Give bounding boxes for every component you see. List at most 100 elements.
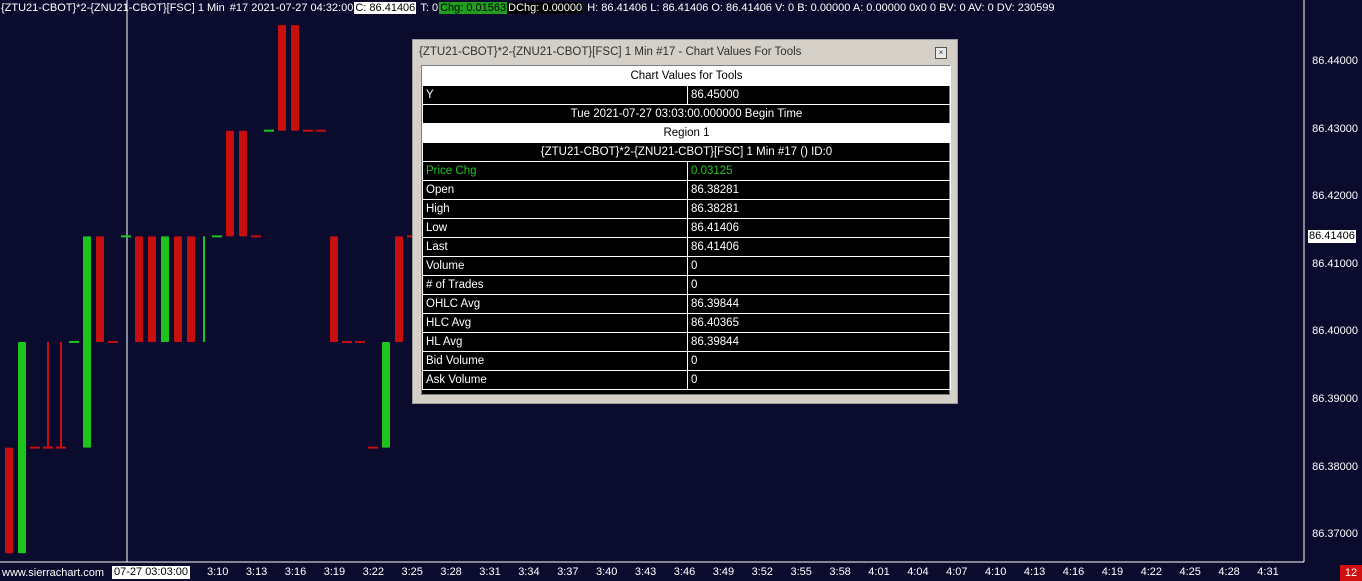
row-value: 86.39844	[687, 332, 951, 352]
row-name: Low	[422, 218, 688, 238]
price-tick-label: 86.40000	[1312, 325, 1358, 338]
time-tick-label: 3:49	[712, 566, 735, 578]
candle-body	[96, 236, 104, 342]
candle-body	[382, 341, 390, 448]
time-tick-label: 3:34	[518, 566, 540, 578]
row-value: 86.41406	[687, 218, 951, 238]
time-tick-label: 3:55	[790, 566, 812, 578]
table-row: HL Avg 86.39844	[422, 332, 951, 352]
table-row: Price Chg 0.03125	[422, 161, 951, 181]
row-name: Open	[422, 180, 688, 200]
chart-values-table: Chart Values for Tools Y 86.45000 Tue 20…	[422, 66, 951, 390]
chart-info-bar: {ZTU21-CBOT}*2-{ZNU21-CBOT}[FSC] 1 Min #…	[0, 0, 1055, 16]
row-value: 0	[687, 275, 951, 295]
table-row: OHLC Avg 86.39844	[422, 294, 951, 314]
chart-number-badge[interactable]: 12	[1340, 565, 1362, 581]
row-value: 86.40365	[687, 313, 951, 333]
time-tick-label: 3:22	[362, 566, 385, 578]
time-tick-label: 3:37	[557, 566, 579, 578]
time-tick-label: 3:46	[673, 566, 696, 578]
row-name: Last	[422, 237, 688, 257]
table-row: High 86.38281	[422, 199, 951, 219]
time-tick-label: 3:52	[751, 566, 774, 578]
row-value: 86.38281	[687, 180, 951, 200]
candle-body	[161, 236, 169, 342]
candle-body	[18, 341, 26, 554]
table-row: Open 86.38281	[422, 180, 951, 200]
time-tick-label: 4:07	[946, 566, 968, 578]
row-value: 0	[687, 370, 951, 390]
price-tick-label: 86.42000	[1312, 190, 1358, 203]
candle-body	[395, 236, 403, 342]
table-row: Bid Volume 0	[422, 351, 951, 371]
y-label: Y	[422, 85, 688, 105]
info-bar-number: #17 2021-07-27 04:32:00	[229, 2, 354, 14]
time-tick-label: 3:28	[440, 566, 462, 578]
info-rest: H: 86.41406 L: 86.41406 O: 86.41406 V: 0…	[587, 2, 1055, 14]
row-value: 0	[687, 351, 951, 371]
row-name: OHLC Avg	[422, 294, 688, 314]
candle-body	[187, 236, 195, 342]
row-name: High	[422, 199, 688, 219]
row-value: 86.41406	[687, 237, 951, 257]
study-line: {ZTU21-CBOT}*2-{ZNU21-CBOT}[FSC] 1 Min #…	[422, 142, 951, 162]
candle-body	[330, 236, 338, 342]
time-tick-label: 3:16	[284, 566, 307, 578]
close-icon[interactable]: ×	[935, 47, 947, 59]
chart-values-window[interactable]: {ZTU21-CBOT}*2-{ZNU21-CBOT}[FSC] 1 Min #…	[412, 39, 958, 404]
time-tick-label: 4:31	[1257, 566, 1279, 578]
candle-body	[174, 236, 182, 342]
info-dchg: DChg: 0.00000	[507, 2, 584, 14]
time-tick-label: 3:10	[207, 566, 229, 578]
time-tick-label: 4:10	[985, 566, 1007, 578]
row-value: 86.39844	[687, 294, 951, 314]
time-tick-label: 4:28	[1218, 566, 1240, 578]
time-tick-label: 4:16	[1062, 566, 1085, 578]
info-trades: T: 0	[420, 2, 439, 14]
region-label: Region 1	[422, 123, 951, 143]
row-value: 0.03125	[687, 161, 951, 181]
price-tick-label: 86.44000	[1312, 55, 1358, 67]
row-name: Volume	[422, 256, 688, 276]
table-header: Chart Values for Tools	[422, 66, 951, 86]
watermark: www.sierrachart.com	[2, 567, 105, 579]
table-row: Low 86.41406	[422, 218, 951, 238]
row-name: HL Avg	[422, 332, 688, 352]
y-value: 86.45000	[687, 85, 951, 105]
info-close: C: 86.41406	[354, 2, 417, 14]
price-tick-label: 86.41000	[1312, 257, 1358, 270]
time-tick-label: 3:40	[596, 566, 618, 578]
time-tick-label: 3:19	[323, 566, 346, 578]
table-row: Ask Volume 0	[422, 370, 951, 390]
row-value: 0	[687, 256, 951, 276]
candle-body	[226, 130, 234, 237]
time-tick-label: 4:22	[1140, 566, 1163, 578]
table-row: HLC Avg 86.40365	[422, 313, 951, 333]
table-row: # of Trades 0	[422, 275, 951, 295]
chart-values-panel: Chart Values for Tools Y 86.45000 Tue 20…	[421, 65, 951, 395]
time-tick-label: 3:58	[829, 566, 851, 578]
window-titlebar[interactable]: {ZTU21-CBOT}*2-{ZNU21-CBOT}[FSC] 1 Min #…	[413, 40, 957, 65]
time-tick-label: 3:25	[401, 566, 423, 578]
candle-body	[148, 236, 156, 342]
price-tick-label: 86.38000	[1312, 460, 1358, 473]
candle-body	[291, 25, 299, 131]
cursor-time-label: 07-27 03:03:00	[112, 566, 191, 579]
time-tick-label: 4:25	[1179, 566, 1201, 578]
candle-body	[83, 236, 91, 448]
time-tick-label: 4:13	[1023, 566, 1046, 578]
table-row: Last 86.41406	[422, 237, 951, 257]
row-name: Ask Volume	[422, 370, 688, 390]
last-price-label: 86.41406	[1308, 230, 1356, 243]
row-name: HLC Avg	[422, 313, 688, 333]
row-value: 86.38281	[687, 199, 951, 219]
info-chg: Chg: 0.01563	[439, 2, 508, 14]
time-tick-label: 3:43	[634, 566, 657, 578]
begin-time: Tue 2021-07-27 03:03:00.000000 Begin Tim…	[422, 104, 951, 124]
candle-body	[135, 236, 143, 342]
time-tick-label: 4:04	[907, 566, 929, 578]
price-tick-label: 86.43000	[1312, 122, 1358, 135]
info-symbol: {ZTU21-CBOT}*2-{ZNU21-CBOT}[FSC] 1 Min	[1, 2, 225, 14]
candle-body	[239, 130, 247, 237]
price-tick-label: 86.37000	[1312, 528, 1358, 541]
